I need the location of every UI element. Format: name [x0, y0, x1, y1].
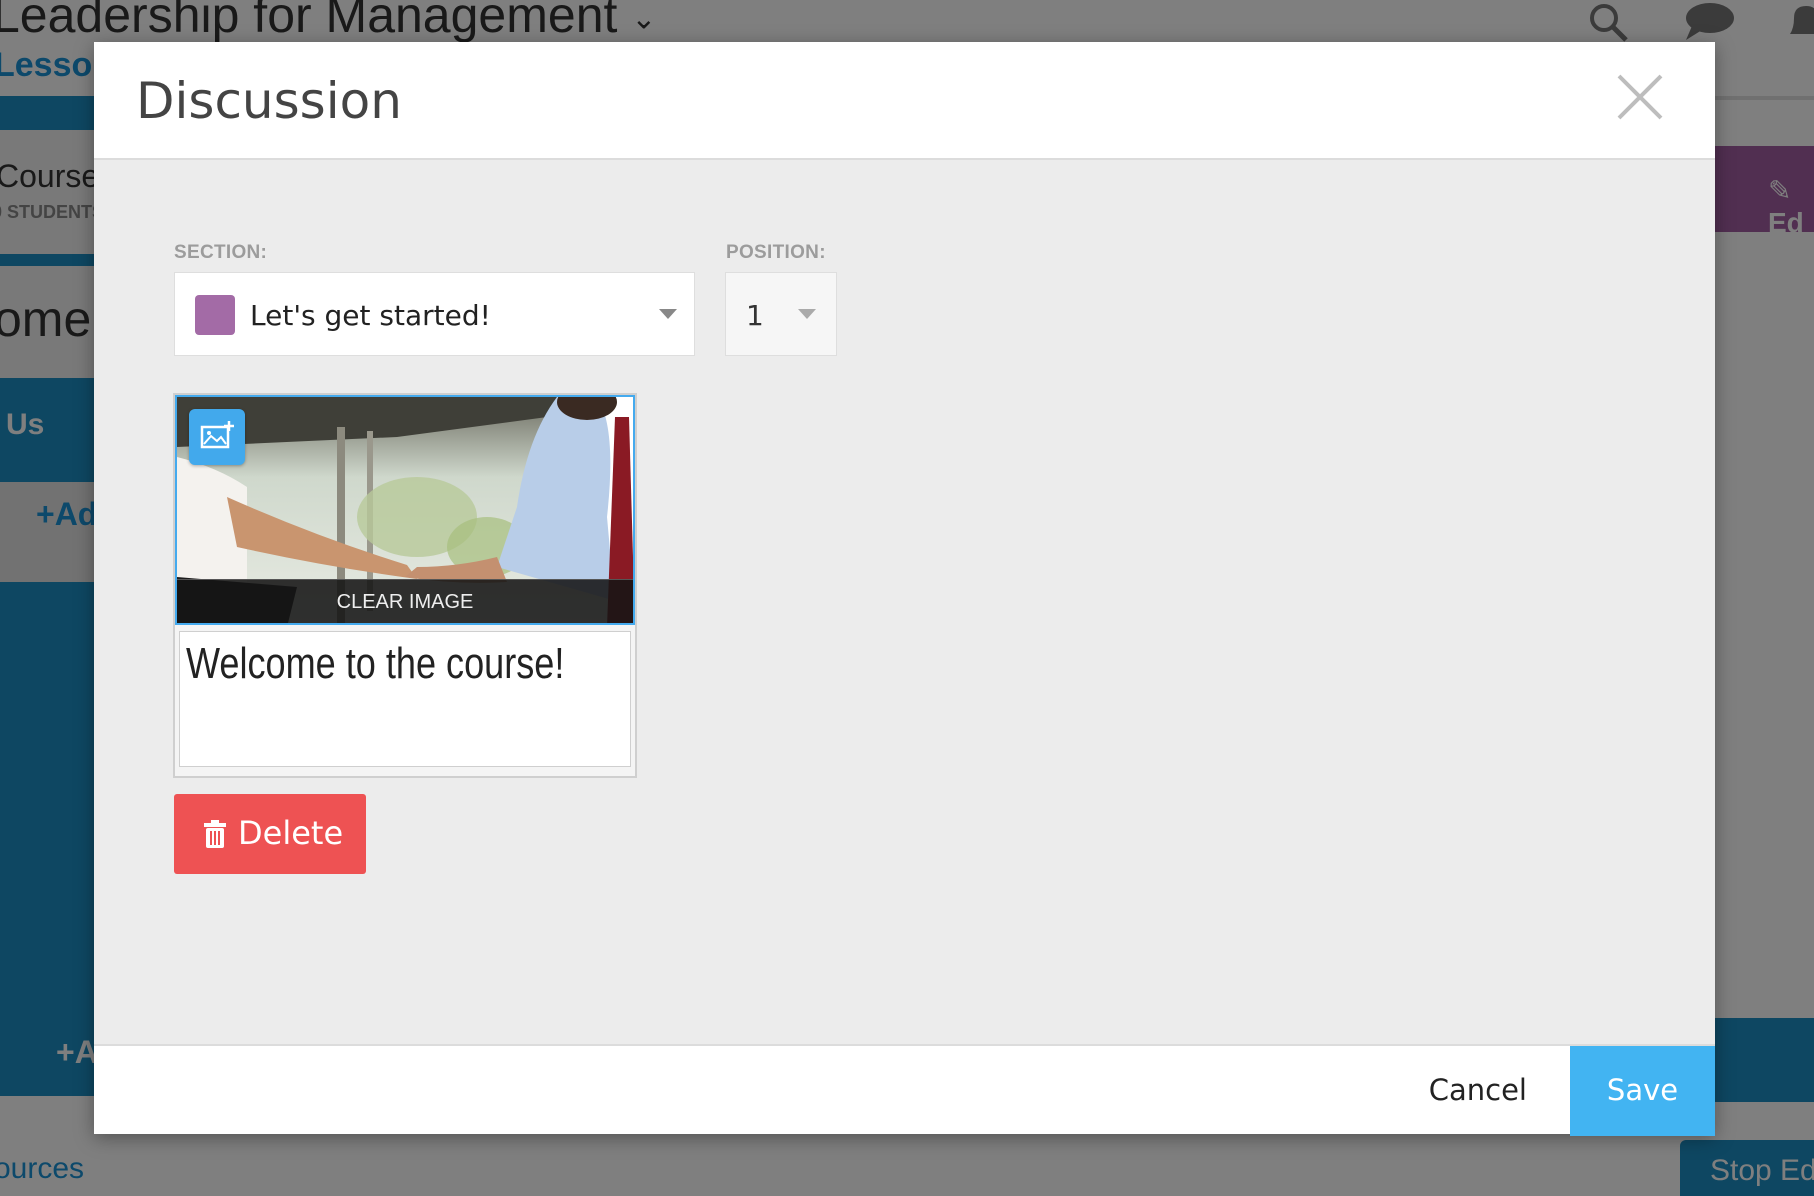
- section-color-swatch: [195, 295, 235, 335]
- position-value: 1: [746, 299, 764, 332]
- section-label: SECTION:: [174, 242, 268, 263]
- discussion-card: CLEAR IMAGE Welcome to the course!: [173, 393, 637, 778]
- modal-header: Discussion: [94, 42, 1715, 160]
- chevron-down-icon: [659, 309, 677, 319]
- card-title-text: Welcome to the course!: [186, 639, 565, 688]
- add-image-icon: [200, 421, 234, 449]
- trash-icon: [204, 820, 226, 848]
- card-title-input[interactable]: Welcome to the course!: [179, 631, 631, 767]
- delete-label: Delete: [238, 814, 344, 852]
- clear-image-button[interactable]: CLEAR IMAGE: [177, 579, 633, 623]
- section-value: Let's get started!: [250, 299, 491, 332]
- upload-image-button[interactable]: [189, 409, 245, 465]
- modal-title: Discussion: [136, 72, 402, 130]
- section-select[interactable]: Let's get started!: [174, 272, 695, 356]
- cancel-button[interactable]: Cancel: [1429, 1046, 1527, 1136]
- close-button[interactable]: [1615, 72, 1665, 122]
- delete-button[interactable]: Delete: [174, 794, 366, 874]
- position-select[interactable]: 1: [725, 272, 837, 356]
- chevron-down-icon: [798, 309, 816, 319]
- discussion-modal: Discussion SECTION: Let's get started! P…: [94, 42, 1715, 1136]
- position-label: POSITION:: [726, 242, 826, 263]
- save-button[interactable]: Save: [1570, 1046, 1715, 1136]
- modal-footer: Cancel Save: [94, 1044, 1715, 1136]
- close-icon: [1617, 74, 1663, 120]
- card-image[interactable]: CLEAR IMAGE: [175, 395, 635, 625]
